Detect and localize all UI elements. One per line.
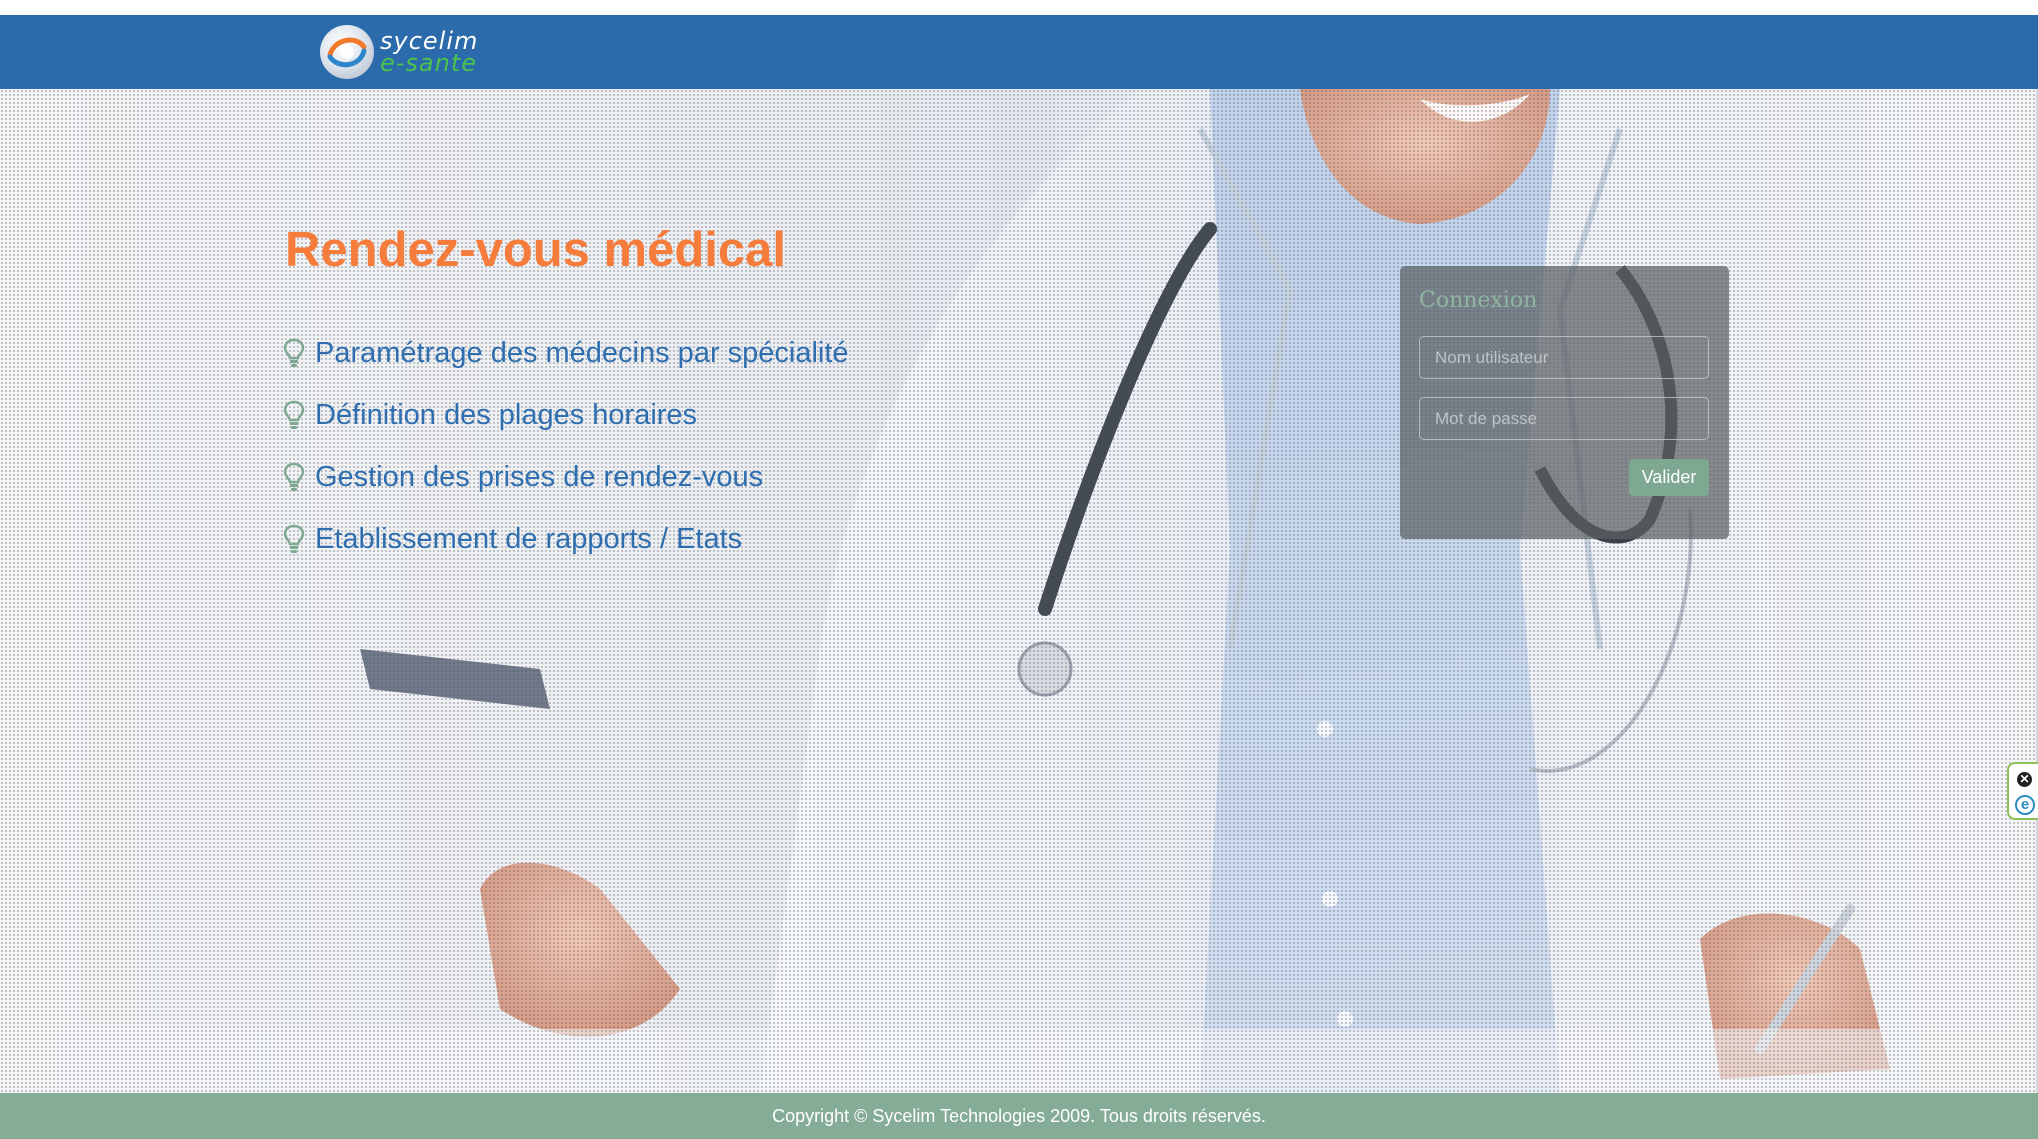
logo-line-2: e-sante: [380, 49, 478, 77]
submit-button[interactable]: Valider: [1629, 459, 1709, 496]
side-widget[interactable]: ✕ e: [2007, 762, 2038, 820]
feature-label: Gestion des prises de rendez-vous: [315, 460, 764, 493]
copyright-text: Copyright © Sycelim Technologies 2009. T…: [772, 1105, 1266, 1126]
close-icon[interactable]: ✕: [2017, 772, 2032, 787]
footer-bar: Copyright © Sycelim Technologies 2009. T…: [0, 1093, 2038, 1139]
top-strip: [0, 0, 2038, 15]
lightbulb-icon: [283, 400, 305, 429]
feature-list: Paramétrage des médecins par spécialité …: [283, 322, 849, 570]
logo-wordmark: sycelim e-sante: [380, 29, 478, 75]
header-bar: sycelim e-sante: [0, 15, 2038, 89]
lightbulb-icon: [283, 338, 305, 367]
page-title: Rendez-vous médical: [285, 223, 787, 277]
feature-label: Etablissement de rapports / Etats: [315, 522, 743, 555]
login-title: Connexion: [1419, 288, 1538, 313]
lightbulb-icon: [283, 462, 305, 491]
lightbulb-icon: [283, 524, 305, 553]
brand-logo[interactable]: sycelim e-sante: [320, 24, 520, 80]
feature-item: Définition des plages horaires: [283, 384, 849, 446]
feature-label: Paramétrage des médecins par spécialité: [315, 336, 849, 369]
feature-item: Paramétrage des médecins par spécialité: [283, 322, 849, 384]
feature-label: Définition des plages horaires: [315, 398, 698, 431]
password-input[interactable]: [1419, 397, 1709, 440]
login-panel: Connexion Valider: [1400, 266, 1729, 539]
widget-logo-icon[interactable]: e: [2015, 795, 2035, 815]
page: sycelim e-sante Rendez-vous médical Para…: [0, 0, 2038, 1139]
feature-item: Gestion des prises de rendez-vous: [283, 446, 849, 508]
feature-item: Etablissement de rapports / Etats: [283, 508, 849, 570]
logo-mark-icon: [320, 25, 374, 79]
username-input[interactable]: [1419, 336, 1709, 379]
